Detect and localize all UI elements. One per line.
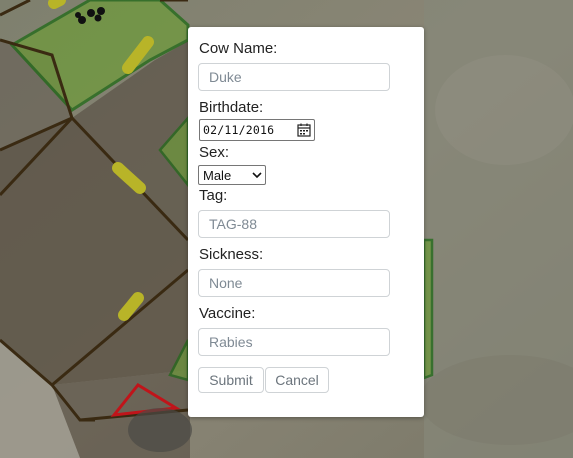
cow-form-popup: Cow Name: Birthdate: 02/11/2016 Sex: Mal… (188, 27, 424, 417)
chevron-down-icon (252, 172, 262, 179)
calendar-icon[interactable] (297, 123, 311, 137)
birthdate-input[interactable]: 02/11/2016 (199, 119, 315, 141)
birthdate-value: 02/11/2016 (203, 123, 275, 137)
tag-input[interactable] (198, 210, 390, 238)
vaccine-input[interactable] (198, 328, 390, 356)
sex-select[interactable]: Male (198, 165, 266, 185)
sex-label: Sex: (199, 144, 230, 161)
paddock-green (422, 238, 434, 380)
vaccine-label: Vaccine: (199, 305, 256, 322)
cow-name-label: Cow Name: (199, 40, 278, 57)
sex-select-value: Male (203, 168, 232, 183)
submit-button[interactable]: Submit (198, 367, 264, 393)
sickness-label: Sickness: (199, 246, 264, 263)
sickness-input[interactable] (198, 269, 390, 297)
cancel-button[interactable]: Cancel (265, 367, 329, 393)
cow-name-input[interactable] (198, 63, 390, 91)
tag-label: Tag: (199, 187, 228, 204)
terrain-patch (435, 55, 573, 165)
birthdate-label: Birthdate: (199, 99, 264, 116)
terrain-patch (128, 408, 192, 452)
